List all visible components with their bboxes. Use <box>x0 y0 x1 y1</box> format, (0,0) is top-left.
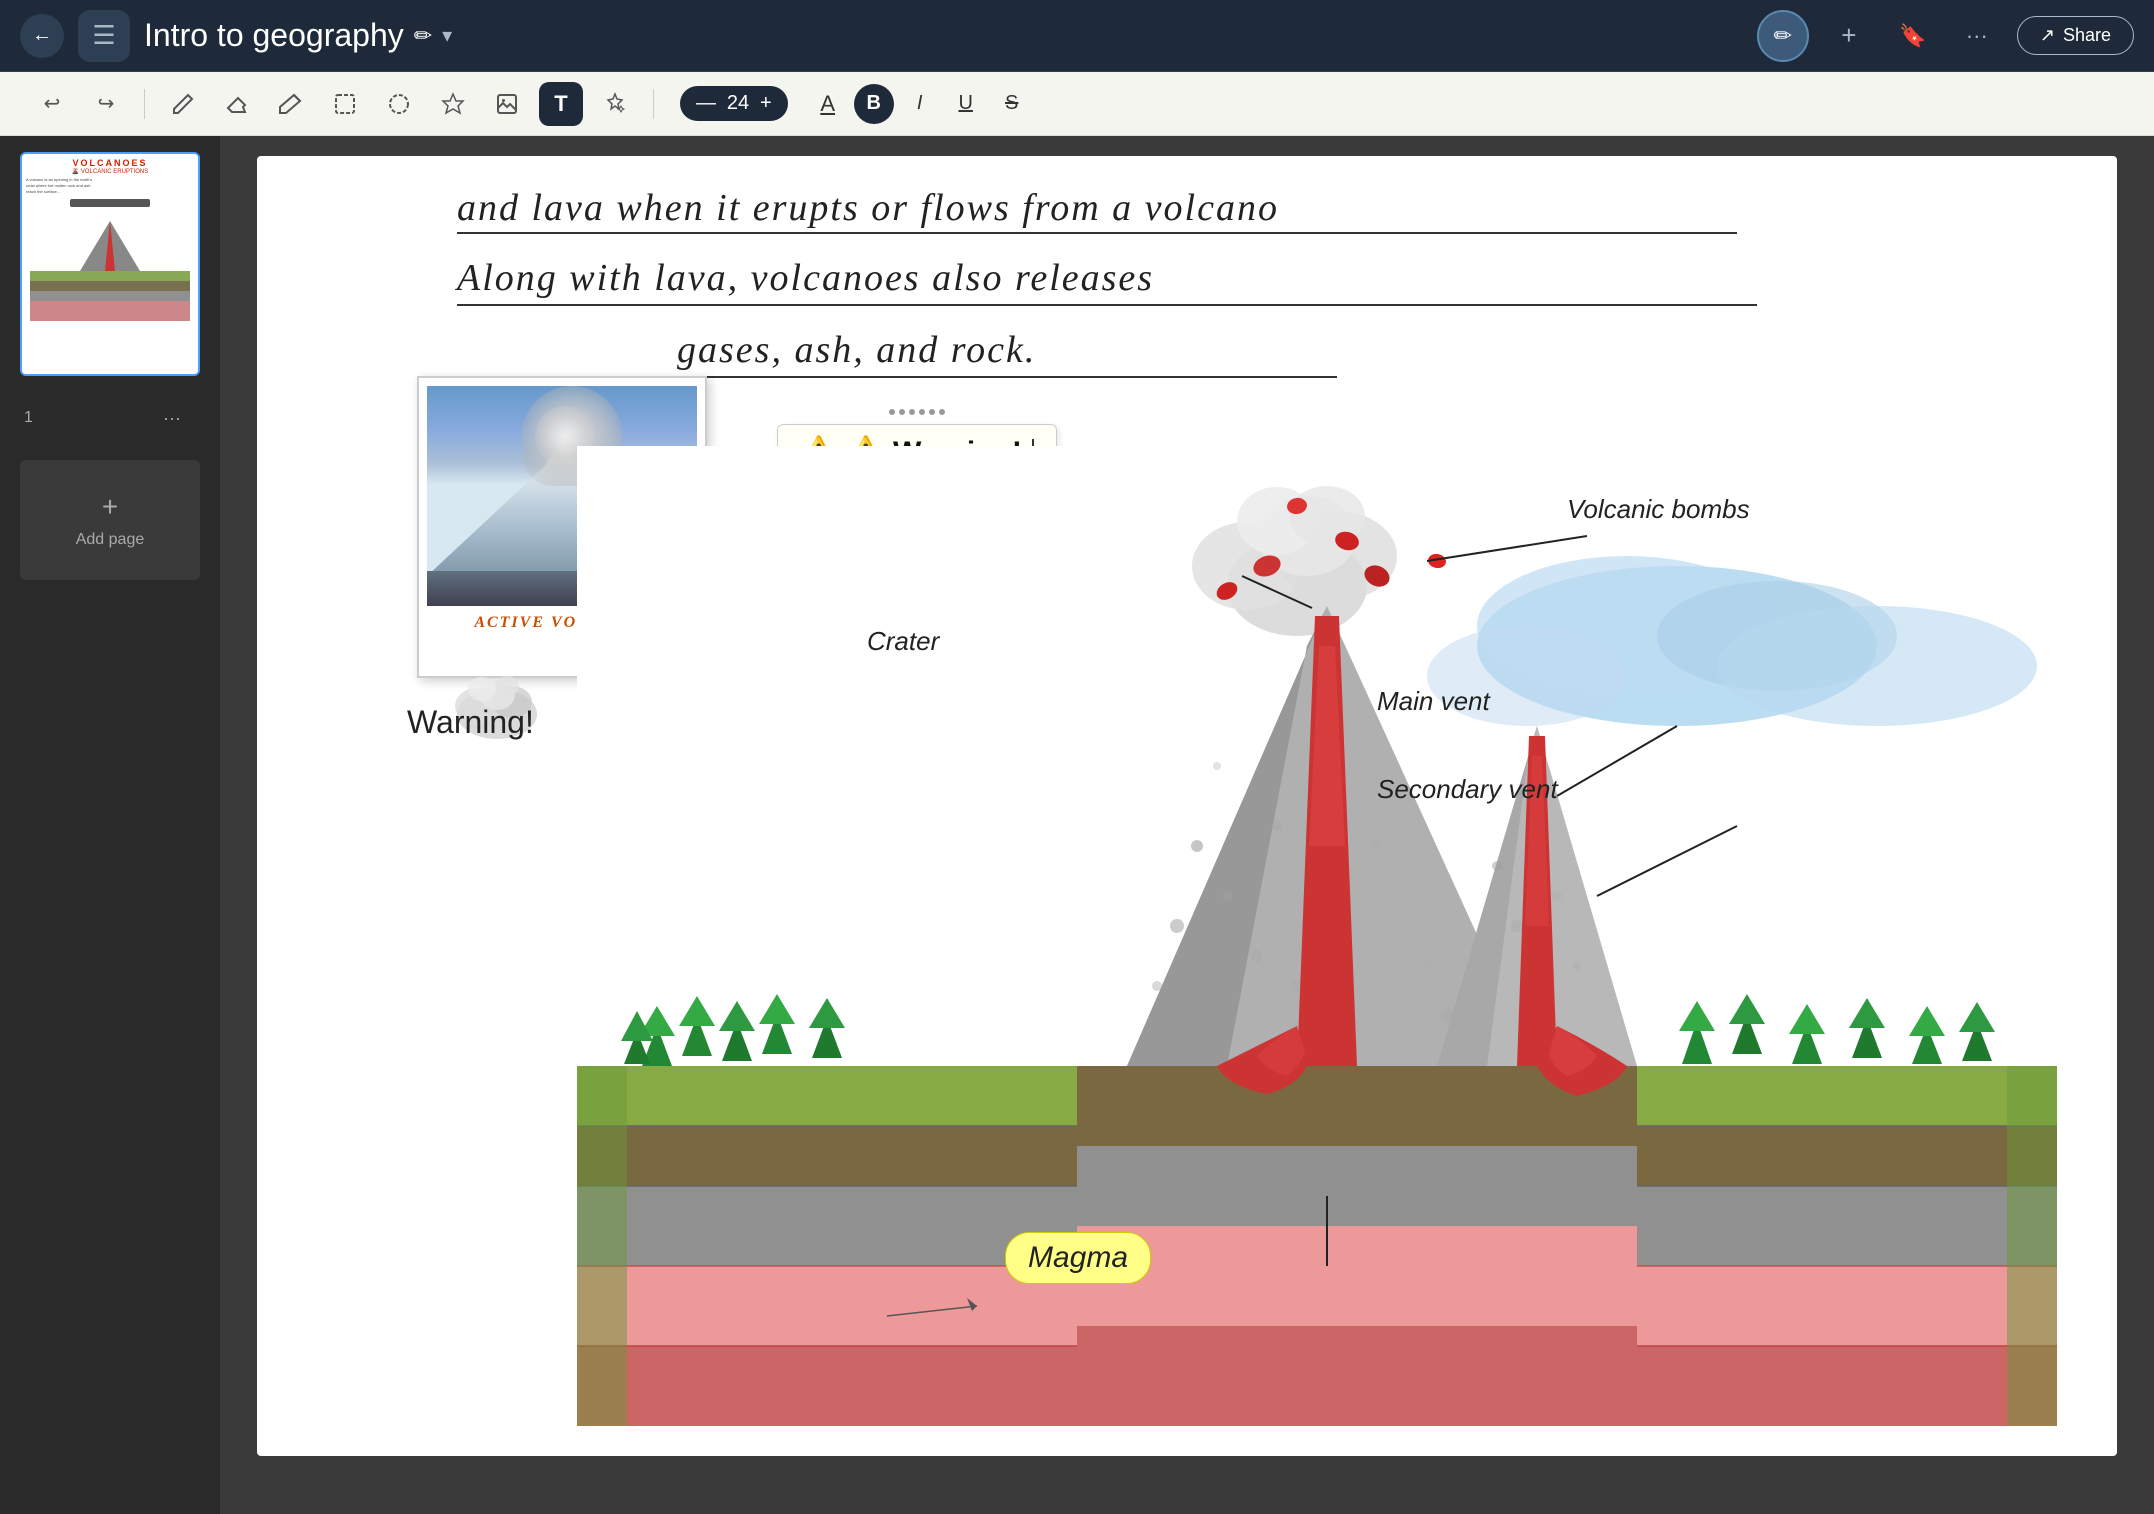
header: ← ☰ Intro to geography ✏ ▾ ✏ + 🔖 ··· ↗ S… <box>0 0 2154 72</box>
page-more-icon: ··· <box>163 408 181 429</box>
italic-button[interactable]: I <box>900 84 940 124</box>
star-icon <box>441 92 465 116</box>
add-page-button[interactable]: + Add page <box>20 460 200 580</box>
font-size-control: — 24 + <box>680 86 788 121</box>
main-layout: VOLCANOES 🌋 VOLCANIC ERUPTIONS A volcano… <box>0 136 2154 1514</box>
avatar-button[interactable]: ✏ <box>1757 10 1809 62</box>
sidebar: VOLCANOES 🌋 VOLCANIC ERUPTIONS A volcano… <box>0 136 220 1514</box>
lasso-icon <box>387 92 411 116</box>
pen-tool-button[interactable] <box>161 82 205 126</box>
hw-text-line1: and lava when it erupts or flows from a … <box>457 186 1279 230</box>
eraser-icon <box>225 92 249 116</box>
magma-label: Magma <box>1005 1232 1151 1284</box>
pencil-tool-button[interactable] <box>269 82 313 126</box>
font-size-value: 24 <box>724 92 752 115</box>
hw-text-line3: gases, ash, and rock. <box>677 328 1036 372</box>
thumbnail-content: VOLCANOES 🌋 VOLCANIC ERUPTIONS A volcano… <box>22 154 198 374</box>
undo-icon: ↩ <box>44 91 61 116</box>
add-page-label: Add page <box>76 531 145 549</box>
font-size-increase-button[interactable]: + <box>760 92 772 115</box>
drag-handle[interactable] <box>889 409 945 415</box>
secondary-vent-label: Secondary vent <box>1377 774 1558 805</box>
hw-text-line2: Along with lava, volcanoes also releases <box>457 256 1154 300</box>
bookmark-icon: 🔖 <box>1899 23 1926 49</box>
font-color-button[interactable]: A <box>808 84 848 124</box>
underline-3 <box>677 376 1337 378</box>
more-icon: ··· <box>1966 23 1988 49</box>
strikethrough-button[interactable]: S <box>992 84 1032 124</box>
header-left: ← ☰ Intro to geography ✏ ▾ <box>20 10 1741 62</box>
thumb-title: VOLCANOES <box>22 154 198 168</box>
text-tool-button[interactable]: T <box>539 82 583 126</box>
bookmark-button[interactable]: 🔖 <box>1889 12 1937 60</box>
toolbar-separator-2 <box>653 89 654 119</box>
image-icon <box>495 92 519 116</box>
underline-2 <box>457 304 1757 306</box>
document-title: Intro to geography ✏ ▾ <box>144 17 452 54</box>
page-number: 1 <box>24 409 33 427</box>
select-tool-button[interactable] <box>323 82 367 126</box>
back-icon: ← <box>32 24 52 47</box>
volcano-diagram-svg <box>577 446 2057 1426</box>
title-chevron-icon[interactable]: ▾ <box>442 23 452 48</box>
thumb-text: A volcano is an opening in the earth's c… <box>22 177 198 195</box>
toolbar: ↩ ↪ <box>0 72 2154 136</box>
text-format-group: A B I U S <box>808 84 1032 124</box>
bold-button[interactable]: B <box>854 84 894 124</box>
add-page-header-button[interactable]: + <box>1825 12 1873 60</box>
add-page-plus-icon: + <box>102 491 118 523</box>
back-button[interactable]: ← <box>20 14 64 58</box>
magic-icon <box>603 92 627 116</box>
toolbar-separator-1 <box>144 89 145 119</box>
notebook-icon: ☰ <box>78 10 130 62</box>
crater-label: Crater <box>867 626 939 657</box>
image-tool-button[interactable] <box>485 82 529 126</box>
warning-canvas-label: Warning! <box>407 704 534 741</box>
avatar-pencil-icon: ✏ <box>1774 23 1792 49</box>
underline-button[interactable]: U <box>946 84 986 124</box>
pen-icon <box>171 92 195 116</box>
page-thumbnail-1[interactable]: VOLCANOES 🌋 VOLCANIC ERUPTIONS A volcano… <box>20 152 200 376</box>
undo-button[interactable]: ↩ <box>30 82 74 126</box>
add-icon: + <box>1841 20 1856 51</box>
text-tool-label: T <box>554 91 567 117</box>
magic-tool-button[interactable] <box>593 82 637 126</box>
italic-icon: I <box>917 92 923 115</box>
page-number-row: 1 ··· <box>20 390 200 446</box>
title-pencil-icon: ✏ <box>414 23 432 49</box>
canvas-area: and lava when it erupts or flows from a … <box>220 136 2154 1514</box>
redo-button[interactable]: ↪ <box>84 82 128 126</box>
bold-icon: B <box>866 92 880 115</box>
share-button[interactable]: ↗ Share <box>2017 16 2134 55</box>
pencil-icon <box>279 92 303 116</box>
more-options-button[interactable]: ··· <box>1953 12 2001 60</box>
star-tool-button[interactable] <box>431 82 475 126</box>
select-icon <box>333 92 357 116</box>
main-vent-label: Main vent <box>1377 686 1490 717</box>
page-more-button[interactable]: ··· <box>148 394 196 442</box>
underline-1 <box>457 232 1737 234</box>
strikethrough-icon: S <box>1005 92 1018 115</box>
volcanic-bombs-label: Volcanic bombs <box>1567 494 1750 525</box>
page-canvas[interactable]: and lava when it erupts or flows from a … <box>257 156 2117 1456</box>
share-icon: ↗ <box>2040 25 2055 46</box>
redo-icon: ↪ <box>98 91 115 116</box>
lasso-tool-button[interactable] <box>377 82 421 126</box>
font-color-icon: A <box>820 91 835 117</box>
thumb-subtitle: 🌋 VOLCANIC ERUPTIONS <box>22 168 198 175</box>
font-size-decrease-button[interactable]: — <box>696 92 716 115</box>
eraser-tool-button[interactable] <box>215 82 259 126</box>
share-label: Share <box>2063 25 2111 46</box>
thumb-diagram-svg <box>22 211 198 321</box>
underline-icon: U <box>958 92 972 115</box>
header-right: ✏ + 🔖 ··· ↗ Share <box>1757 10 2134 62</box>
